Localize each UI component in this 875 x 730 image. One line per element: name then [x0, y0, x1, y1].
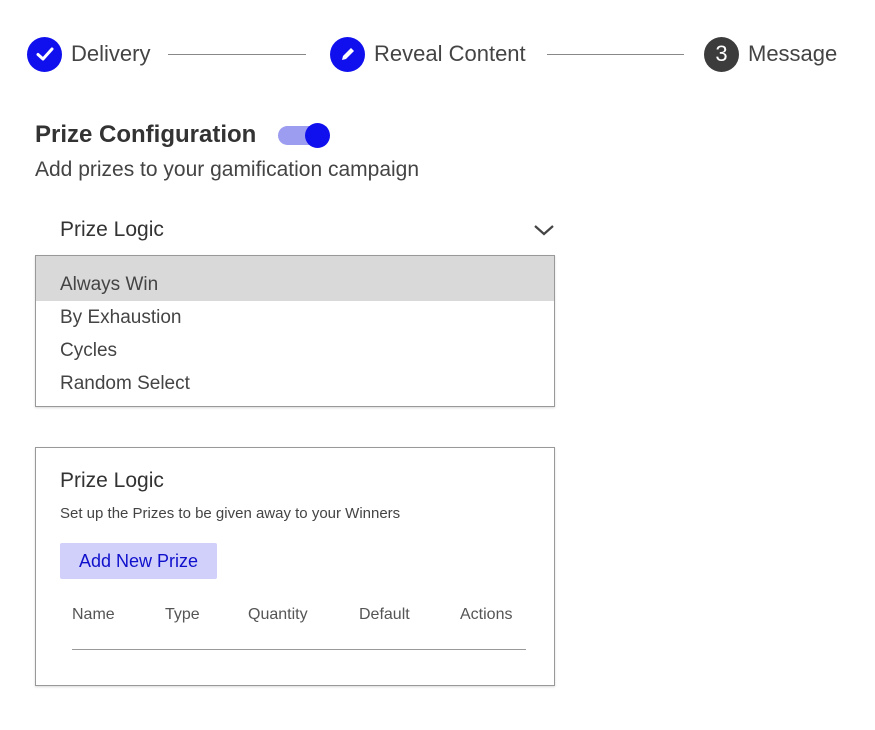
- step-label: Message: [748, 41, 838, 66]
- step-number-badge: 3: [704, 36, 739, 72]
- step-delivery[interactable]: Delivery: [27, 36, 150, 72]
- column-header-name: Name: [72, 606, 115, 623]
- config-header: Prize Configuration: [35, 121, 331, 149]
- step-connector: [168, 54, 306, 55]
- toggle-knob: [305, 123, 331, 148]
- prize-logic-select[interactable]: Prize Logic: [35, 210, 555, 250]
- step-label: Delivery: [71, 41, 151, 66]
- dropdown-option-by-exhaustion[interactable]: By Exhaustion: [36, 301, 554, 334]
- prize-card: Prize Logic Set up the Prizes to be give…: [35, 447, 555, 686]
- table-divider: [72, 649, 526, 650]
- section-subtitle: Add prizes to your gamification campaign: [35, 158, 420, 181]
- select-label: Prize Logic: [60, 218, 164, 241]
- step-label: Reveal Content: [374, 41, 526, 66]
- column-header-default: Default: [359, 606, 410, 623]
- add-new-prize-button[interactable]: Add New Prize: [60, 543, 217, 579]
- section-title: Prize Configuration: [35, 121, 257, 148]
- card-subtitle: Set up the Prizes to be given away to yo…: [60, 505, 401, 522]
- check-icon: [27, 36, 62, 72]
- prize-config-toggle[interactable]: [278, 123, 331, 148]
- step-reveal-content[interactable]: Reveal Content: [330, 36, 526, 72]
- dropdown-option-random-select[interactable]: Random Select: [36, 367, 554, 400]
- prize-logic-dropdown: Always Win By Exhaustion Cycles Random S…: [35, 255, 555, 407]
- step-connector: [547, 54, 684, 55]
- column-header-actions: Actions: [460, 606, 513, 623]
- dropdown-option-always-win[interactable]: Always Win: [36, 256, 554, 301]
- card-title: Prize Logic: [60, 469, 164, 492]
- column-header-quantity: Quantity: [248, 606, 308, 623]
- column-header-type: Type: [165, 606, 200, 623]
- step-message[interactable]: 3 Message: [704, 36, 837, 72]
- pencil-icon: [330, 36, 365, 72]
- chevron-down-icon: [534, 225, 554, 236]
- dropdown-option-cycles[interactable]: Cycles: [36, 334, 554, 367]
